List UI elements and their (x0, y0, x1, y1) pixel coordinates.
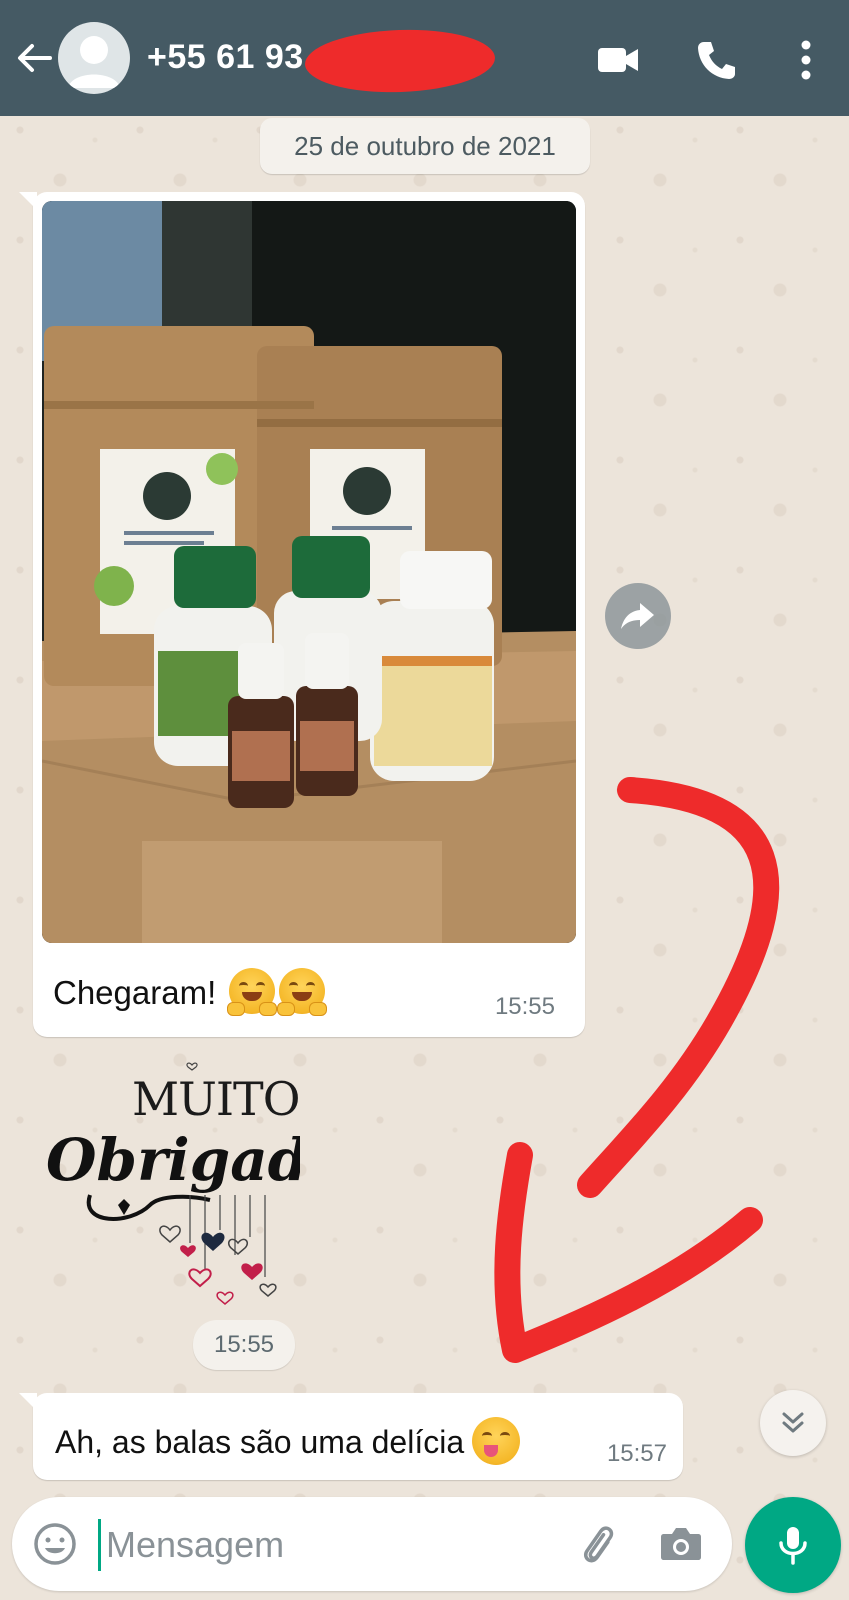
date-chip: 25 de outubro de 2021 (260, 118, 590, 174)
message-composer (12, 1497, 732, 1591)
sticker-graphic: MUITO Obrigada (46, 1062, 346, 1305)
more-vertical-icon (801, 40, 811, 80)
scroll-to-bottom-button[interactable] (760, 1390, 826, 1456)
message-input[interactable] (104, 1515, 538, 1575)
chat-header: +55 61 93 (0, 0, 849, 116)
hugging-face-emoji (227, 968, 278, 1016)
message-time: 15:57 (606, 1440, 667, 1467)
phone-icon (698, 42, 735, 79)
message-text: Ah, as balas são uma delícia (55, 1424, 465, 1460)
back-button[interactable] (14, 38, 54, 78)
bubble-tail (19, 192, 37, 210)
avatar-icon (68, 36, 120, 88)
contact-name[interactable]: +55 61 93 (147, 38, 304, 77)
forward-icon (621, 603, 654, 629)
video-call-button[interactable] (596, 38, 640, 82)
text-message-bubble[interactable]: Ah, as balas são uma delícia 15:57 (19, 1393, 683, 1480)
attach-button[interactable] (572, 1519, 622, 1569)
more-options-button[interactable] (786, 38, 826, 82)
message-text-wrap: Ah, as balas são uma delícia (55, 1417, 521, 1465)
camera-button[interactable] (656, 1519, 706, 1569)
annotation-arrow (494, 777, 780, 1363)
hugging-face-emoji (277, 968, 328, 1016)
yum-face-emoji (472, 1417, 521, 1465)
voice-message-button[interactable] (745, 1497, 841, 1593)
emoji-button[interactable] (32, 1521, 78, 1567)
voice-call-button[interactable] (694, 38, 738, 82)
camera-icon (661, 1528, 701, 1560)
mic-icon (779, 1527, 807, 1565)
double-chevron-down-icon (782, 1412, 804, 1433)
redaction-mark (303, 26, 497, 96)
sticker-text-top: MUITO (132, 1072, 299, 1126)
avatar[interactable] (58, 22, 130, 94)
forward-button[interactable] (605, 583, 671, 649)
sticker-text-main: Obrigada (46, 1126, 300, 1194)
sticker-time: 15:55 (193, 1320, 295, 1370)
arrow-back-icon (18, 44, 52, 72)
bubble-tail (19, 1393, 37, 1411)
caption-text: Chegaram! (53, 974, 217, 1011)
image-caption: Chegaram! (53, 968, 328, 1016)
text-cursor (98, 1519, 101, 1571)
emoji-icon (34, 1523, 76, 1565)
thank-you-sticker[interactable]: MUITO Obrigada (40, 1055, 346, 1315)
attach-icon (584, 1526, 614, 1563)
video-call-icon (598, 48, 638, 72)
